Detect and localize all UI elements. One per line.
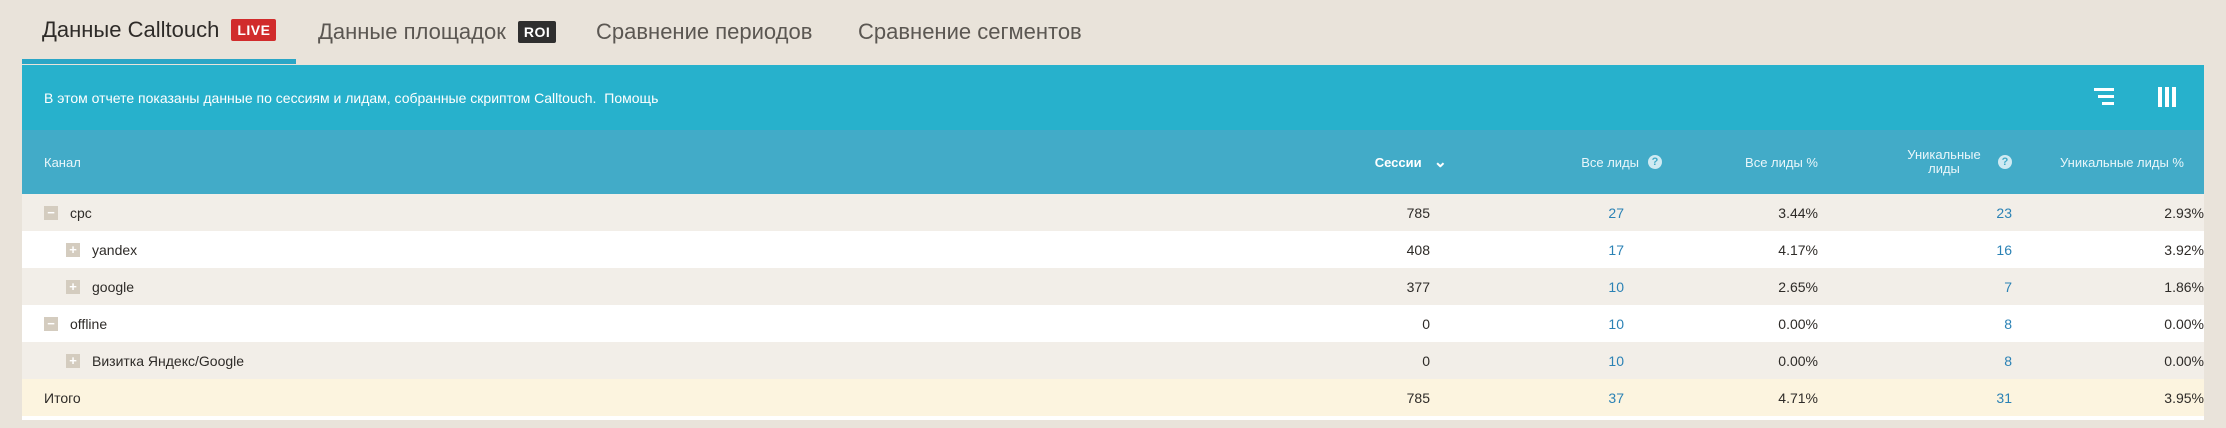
live-badge: LIVE — [231, 18, 277, 41]
unique-leads-pct-value: 3.95% — [2164, 389, 2204, 406]
sessions-value: 408 — [1406, 241, 1430, 258]
channel-name: offline — [70, 315, 108, 332]
collapse-icon[interactable]: − — [44, 206, 58, 220]
tab-period-comparison[interactable]: Сравнение периодов — [596, 0, 812, 64]
channel-name: cpc — [70, 204, 92, 221]
report-panel: В этом отчете показаны данные по сессиям… — [22, 65, 2204, 420]
table-row: − offline 0 10 0.00% 8 0.00% — [22, 305, 2204, 342]
unique-leads-link[interactable]: 8 — [1902, 342, 2012, 379]
col-all-leads[interactable]: Все лиды ? — [1482, 130, 1662, 194]
help-icon[interactable]: ? — [1998, 155, 2012, 169]
tab-segment-comparison[interactable]: Сравнение сегментов — [858, 0, 1082, 64]
table-row: + yandex 408 17 4.17% 16 3.92% — [22, 231, 2204, 268]
unique-leads-link[interactable]: 16 — [1902, 231, 2012, 268]
expand-icon[interactable]: + — [66, 243, 80, 257]
col-unique-leads[interactable]: Уникальные лиды ? — [1862, 130, 2012, 194]
tab-label: Сравнение периодов — [596, 19, 813, 44]
unique-leads-pct-value: 0.00% — [2164, 315, 2204, 332]
expand-icon[interactable]: + — [66, 280, 80, 294]
chevron-down-icon: ⌄ — [1433, 154, 1447, 171]
expand-icon[interactable]: + — [66, 354, 80, 368]
sessions-value: 785 — [1406, 389, 1430, 406]
all-leads-pct-value: 0.00% — [1778, 315, 1818, 332]
unique-leads-pct-value: 2.93% — [2164, 204, 2204, 221]
unique-leads-link[interactable]: 8 — [1902, 305, 2012, 342]
col-unique-leads-label: Уникальные лиды — [1907, 147, 1981, 176]
unique-leads-link[interactable]: 23 — [1902, 194, 2012, 231]
all-leads-pct-value: 2.65% — [1778, 278, 1818, 295]
unique-leads-pct-value: 1.86% — [2164, 278, 2204, 295]
all-leads-link[interactable]: 10 — [1522, 305, 1624, 342]
unique-leads-pct-value: 3.92% — [2164, 241, 2204, 258]
filter-lines-icon[interactable] — [2092, 85, 2118, 109]
tab-calltouch-data[interactable]: Данные Calltouch LIVE — [22, 0, 297, 64]
col-sessions-label: Сессии — [1374, 154, 1422, 170]
unique-leads-pct-value: 0.00% — [2164, 352, 2204, 369]
total-row: Итого 785 37 4.71% 31 3.95% — [22, 379, 2204, 416]
col-all-leads-label: Все лиды — [1581, 154, 1639, 170]
table-row: + google 377 10 2.65% 7 1.86% — [22, 268, 2204, 305]
tab-label: Данные Calltouch — [42, 16, 220, 42]
columns-icon[interactable] — [2154, 85, 2180, 109]
sessions-value: 0 — [1422, 315, 1430, 332]
tab-label: Данные площадок — [318, 19, 506, 44]
all-leads-link[interactable]: 37 — [1522, 379, 1624, 416]
help-link[interactable]: Помощь — [604, 90, 658, 106]
channel-name: yandex — [92, 241, 138, 258]
help-icon[interactable]: ? — [1648, 155, 1662, 169]
info-bar: В этом отчете показаны данные по сессиям… — [22, 65, 2204, 130]
unique-leads-link[interactable]: 7 — [1902, 268, 2012, 305]
all-leads-link[interactable]: 10 — [1522, 268, 1624, 305]
collapse-icon[interactable]: − — [44, 317, 58, 331]
report-tabs: Данные Calltouch LIVE Данные площадок RO… — [22, 0, 2204, 66]
all-leads-link[interactable]: 27 — [1522, 194, 1624, 231]
all-leads-link[interactable]: 17 — [1522, 231, 1624, 268]
table-row: − cpc 785 27 3.44% 23 2.93% — [22, 194, 2204, 231]
all-leads-pct-value: 3.44% — [1778, 204, 1818, 221]
col-sessions[interactable]: Сессии ⌄ — [1242, 130, 1447, 194]
tab-label: Сравнение сегментов — [858, 19, 1082, 44]
total-label: Итого — [44, 389, 81, 406]
col-all-leads-pct[interactable]: Все лиды % — [1662, 130, 1818, 194]
col-channel[interactable]: Канал — [44, 130, 81, 194]
all-leads-link[interactable]: 10 — [1522, 342, 1624, 379]
all-leads-pct-value: 4.17% — [1778, 241, 1818, 258]
sessions-value: 785 — [1406, 204, 1430, 221]
table-row: + Визитка Яндекс/Google 0 10 0.00% 8 0.0… — [22, 342, 2204, 379]
all-leads-pct-value: 0.00% — [1778, 352, 1818, 369]
unique-leads-link[interactable]: 31 — [1902, 379, 2012, 416]
channel-name: google — [92, 278, 135, 295]
col-unique-leads-pct[interactable]: Уникальные лиды % — [2022, 130, 2184, 194]
channel-name: Визитка Яндекс/Google — [92, 352, 245, 369]
info-text: В этом отчете показаны данные по сессиям… — [44, 90, 658, 106]
sessions-value: 377 — [1406, 278, 1430, 295]
sessions-value: 0 — [1422, 352, 1430, 369]
all-leads-pct-value: 4.71% — [1778, 389, 1818, 406]
info-description: В этом отчете показаны данные по сессиям… — [44, 90, 597, 106]
roi-badge: ROI — [517, 21, 557, 43]
tab-platform-data[interactable]: Данные площадок ROI — [318, 0, 557, 64]
table-header: Канал Сессии ⌄ Все лиды ? Все лиды % Уни… — [22, 130, 2204, 194]
